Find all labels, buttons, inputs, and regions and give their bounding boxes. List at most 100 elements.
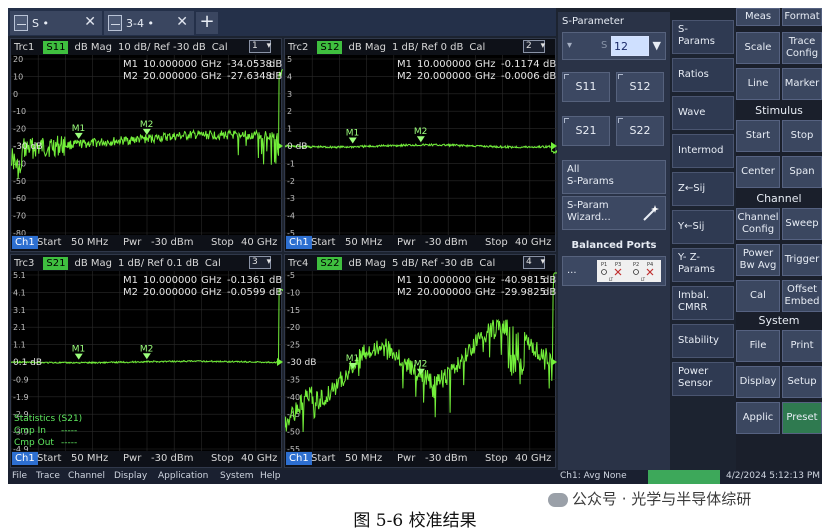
cmp-out-value: -----: [61, 438, 77, 448]
format-key[interactable]: Format: [782, 8, 822, 26]
button-label-line2: S-Params: [567, 176, 614, 187]
tab-s[interactable]: S • ✕: [10, 11, 102, 35]
span-key[interactable]: Span: [782, 156, 822, 188]
diagram-number-dropdown[interactable]: 3 ▾: [249, 256, 271, 269]
power-value: -30 dBm: [151, 453, 194, 464]
setup-key[interactable]: Setup: [782, 366, 822, 398]
softkey-wave[interactable]: Wave: [672, 96, 734, 130]
trace-header[interactable]: Trc2 S12 dB Mag 1 dB/ Ref 0 dB Cal 2 ▾: [285, 39, 555, 55]
channel-footer[interactable]: Ch1 Start 50 MHz Pwr -30 dBm Stop 40 GHz: [285, 235, 555, 251]
offset-embed-key[interactable]: Offset Embed: [782, 280, 822, 312]
tab-3-4[interactable]: 3-4 • ✕: [104, 11, 194, 35]
file-key[interactable]: File: [736, 330, 780, 362]
diagram-number-dropdown[interactable]: 4 ▾: [523, 256, 545, 269]
all-s-params-button[interactable]: All S-Params: [562, 160, 666, 194]
y-tick-label: -1.9: [13, 393, 29, 402]
trace-header[interactable]: Trc4 S22 dB Mag 5 dB/ Ref -30 dB Cal 4 ▾: [285, 255, 555, 271]
channel-footer[interactable]: Ch1 Start 50 MHz Pwr -30 dBm Stop 40 GHz: [285, 451, 555, 467]
applic-key[interactable]: Applic: [736, 402, 780, 434]
trace-scale: 1 dB/ Ref 0 dB: [391, 41, 464, 53]
channel-footer[interactable]: Ch1 Start 50 MHz Pwr -30 dBm Stop 40 GHz: [11, 235, 281, 251]
diagram-trc4[interactable]: Trc4 S22 dB Mag 5 dB/ Ref -30 dB Cal 4 ▾…: [284, 254, 557, 468]
menu-application[interactable]: Application: [158, 471, 208, 481]
diagram-trc1[interactable]: Trc1 S11 dB Mag 10 dB/ Ref -30 dB Cal 1 …: [10, 38, 283, 252]
scale-key[interactable]: Scale: [736, 32, 780, 64]
power-bw-avg-key[interactable]: Power Bw Avg: [736, 244, 780, 276]
menu-file[interactable]: File: [12, 471, 27, 481]
diagram-number: 4: [526, 257, 532, 267]
preset-key[interactable]: Preset: [782, 402, 822, 434]
s22-button[interactable]: S22: [616, 116, 664, 146]
sweep-key[interactable]: Sweep: [782, 208, 822, 240]
trace-config-key[interactable]: Trace Config: [782, 32, 822, 64]
port-label: P3: [615, 262, 621, 268]
line-key[interactable]: Line: [736, 68, 780, 100]
cal-indicator: Cal: [469, 41, 486, 53]
trace-parameter[interactable]: S12: [317, 40, 343, 54]
menu-trace[interactable]: Trace: [36, 471, 60, 481]
menu-channel[interactable]: Channel: [68, 471, 105, 481]
channel-tag[interactable]: Ch1: [12, 452, 38, 465]
channel-footer[interactable]: Ch1 Start 50 MHz Pwr -30 dBm Stop 40 GHz: [11, 451, 281, 467]
trigger-key[interactable]: Trigger: [782, 244, 822, 276]
trace-parameter[interactable]: S22: [317, 256, 343, 270]
y-tick-label: -60: [13, 194, 26, 203]
menu-help[interactable]: Help: [260, 471, 281, 481]
trace-plot[interactable]: 54321-1-2-3-4-5 M1 M2 M1 10.000000 GHz -0.11…: [285, 55, 557, 237]
s11-button[interactable]: S11: [562, 72, 610, 102]
softkey-imbal-cmrr[interactable]: Imbal. CMRR: [672, 286, 734, 320]
diagram-number-dropdown[interactable]: 2 ▾: [523, 40, 545, 53]
menu-display[interactable]: Display: [114, 471, 147, 481]
marker-key[interactable]: Marker: [782, 68, 822, 100]
softkey-z-sij[interactable]: Z←Sij: [672, 172, 734, 206]
trace-plot[interactable]: 20100-10-20-40-50-60-70-80 M1 M2 M1 10.000…: [11, 55, 283, 237]
add-tab-button[interactable]: +: [196, 12, 218, 34]
trace-header[interactable]: Trc1 S11 dB Mag 10 dB/ Ref -30 dB Cal 1 …: [11, 39, 281, 55]
trace-parameter[interactable]: S11: [43, 40, 69, 54]
chevron-down-icon[interactable]: ▼: [653, 39, 661, 52]
softkey-power-sensor[interactable]: Power Sensor: [672, 362, 734, 396]
marker-table-cell: 20.000000: [143, 287, 197, 298]
channel-tag[interactable]: Ch1: [286, 236, 312, 249]
trace-parameter[interactable]: S21: [43, 256, 69, 270]
meas-key[interactable]: Meas: [736, 8, 780, 26]
s-param-wizard-button[interactable]: S-Param Wizard...: [562, 196, 666, 230]
softkey-intermod[interactable]: Intermod: [672, 134, 734, 168]
softkey-label: Y←Sij: [678, 221, 705, 232]
s12-button[interactable]: S12: [616, 72, 664, 102]
channel-tag[interactable]: Ch1: [286, 452, 312, 465]
center-key[interactable]: Center: [736, 156, 780, 188]
stop-key[interactable]: Stop: [782, 120, 822, 152]
softkey-ratios[interactable]: Ratios: [672, 58, 734, 92]
softkey-y-sij[interactable]: Y←Sij: [672, 210, 734, 244]
print-key[interactable]: Print: [782, 330, 822, 362]
y-tick-label: 2: [287, 107, 292, 116]
start-key[interactable]: Start: [736, 120, 780, 152]
close-icon[interactable]: ✕: [84, 14, 96, 30]
diagram-number-dropdown[interactable]: 1 ▾: [249, 40, 271, 53]
channel-config-key[interactable]: Channel Config: [736, 208, 780, 240]
marker-table-cell: GHz: [201, 287, 222, 298]
trace-header[interactable]: Trc3 S21 dB Mag 1 dB/ Ref 0.1 dB Cal 3 ▾: [11, 255, 281, 271]
softkey-stability[interactable]: Stability: [672, 324, 734, 358]
menu-system[interactable]: System: [220, 471, 254, 481]
chevron-down-icon[interactable]: ▾: [567, 40, 572, 51]
balanced-ports-button[interactable]: ... P1 P3 P2 P4 LT LT: [562, 256, 666, 286]
marker-table-cell: M1: [123, 59, 138, 70]
softkey-s-params[interactable]: S- Params: [672, 20, 734, 54]
softkey-y-z-params[interactable]: Y- Z- Params: [672, 248, 734, 282]
y-tick-label: 20: [13, 55, 23, 64]
s21-button[interactable]: S21: [562, 116, 610, 146]
trace-plot[interactable]: 5.14.13.12.11.1-0.9-1.9-2.9-3.9-4.9 M1 M2…: [11, 271, 283, 453]
s-parameter-selector[interactable]: ▾ S ▼: [562, 32, 666, 60]
cal-key[interactable]: Cal: [736, 280, 780, 312]
display-key[interactable]: Display: [736, 366, 780, 398]
close-icon[interactable]: ✕: [176, 14, 188, 30]
s-parameter-input[interactable]: [611, 36, 649, 56]
port-label: P2: [633, 262, 639, 268]
diagram-trc2[interactable]: Trc2 S12 dB Mag 1 dB/ Ref 0 dB Cal 2 ▾ 5…: [284, 38, 557, 252]
channel-tag[interactable]: Ch1: [12, 236, 38, 249]
trace-scale: 5 dB/ Ref -30 dB: [391, 257, 474, 269]
trace-plot[interactable]: -5-10-15-20-25-35-40-45-50-55 M1M2 M1 10.…: [285, 271, 557, 453]
diagram-trc3[interactable]: Trc3 S21 dB Mag 1 dB/ Ref 0.1 dB Cal 3 ▾…: [10, 254, 283, 468]
